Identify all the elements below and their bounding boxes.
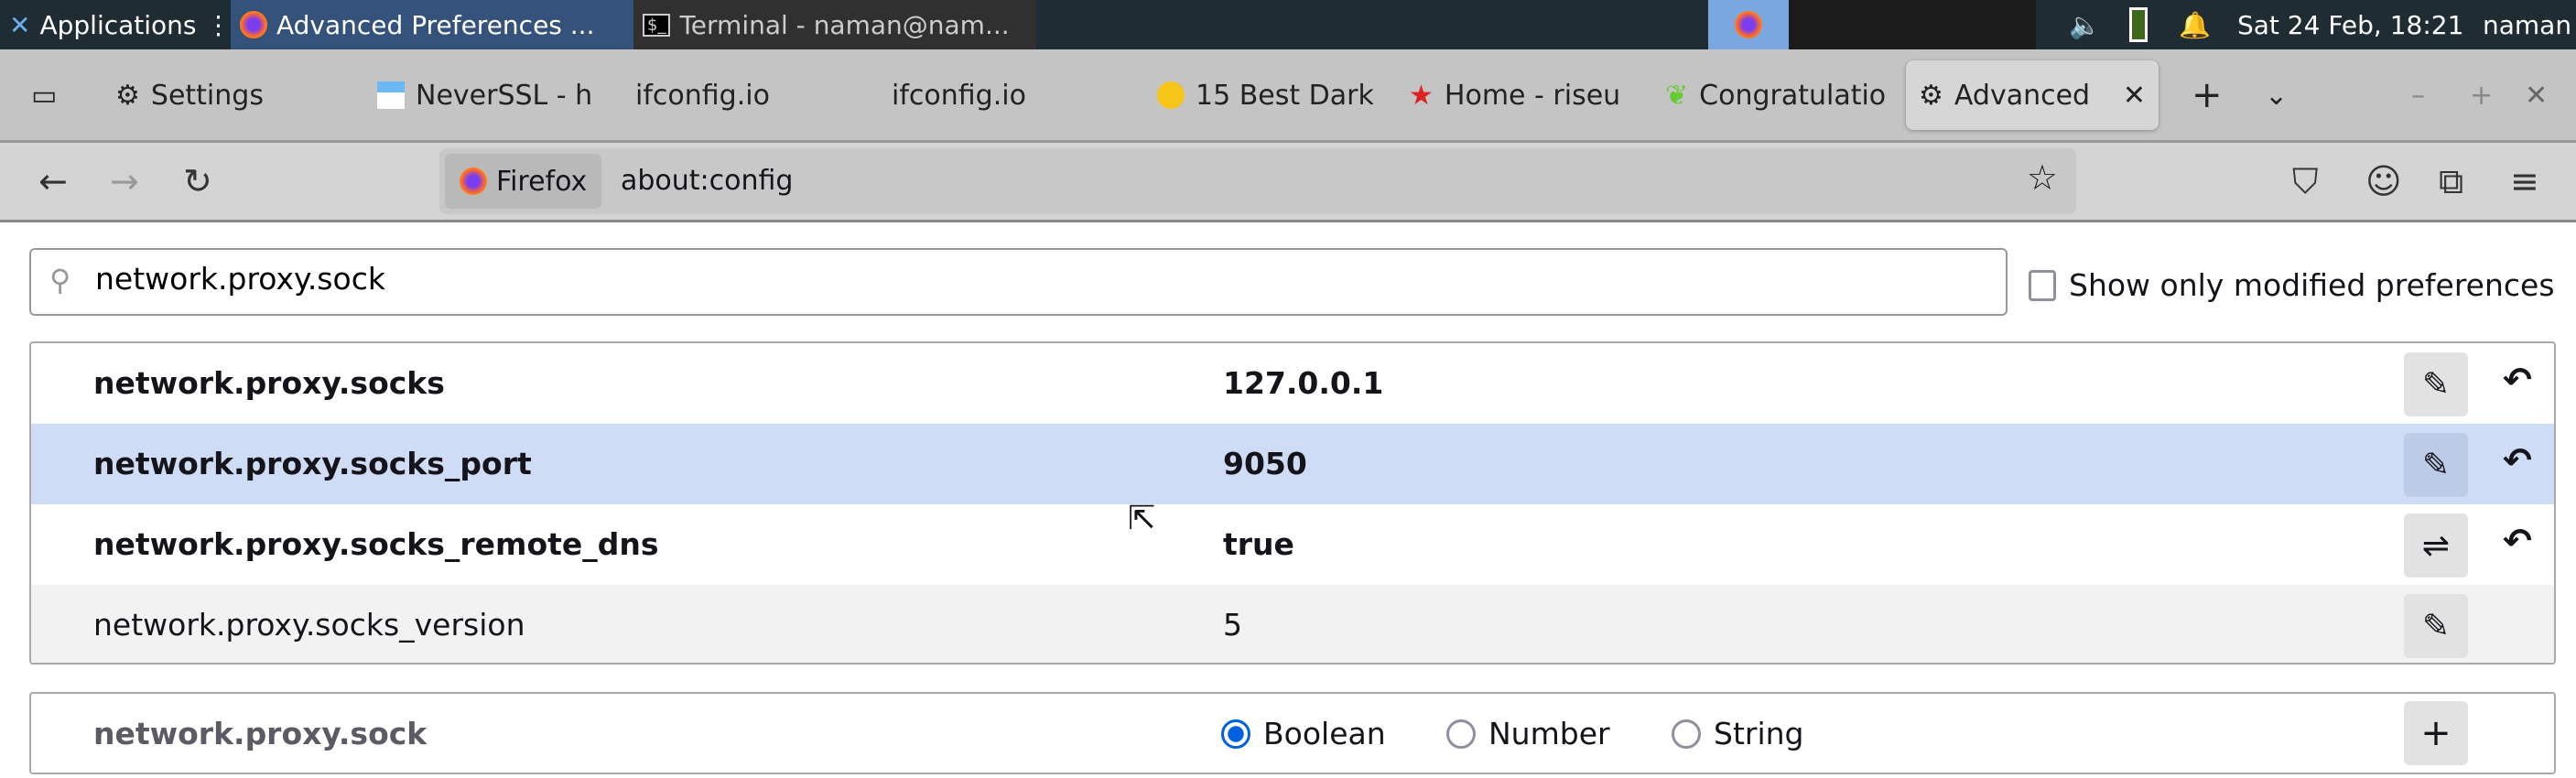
- tab-bar: ▭ ⚙ Settings NeverSSL - h ifconfig.io ifc…: [0, 49, 2576, 140]
- firefox-view-icon: ▭: [31, 79, 58, 112]
- search-icon: ⚲: [49, 263, 71, 297]
- riseup-icon: ★: [1409, 79, 1434, 112]
- radio[interactable]: [1446, 719, 1476, 749]
- minimize-button[interactable]: –: [2398, 60, 2438, 130]
- navigation-toolbar: ← → ↻ Firefox about:config ☆ ⛉ ☺ ⧉ ≡: [0, 140, 2576, 222]
- plus-icon: +: [2420, 712, 2452, 754]
- volume-muted-icon[interactable]: 🔈: [2060, 0, 2110, 49]
- preferences-table: network.proxy.socks 127.0.0.1 ✎ ↶ network…: [29, 341, 2556, 665]
- pencil-icon: ✎: [2421, 607, 2451, 645]
- add-preference-row: network.proxy.sock Boolean Number String…: [29, 692, 2556, 774]
- preference-search[interactable]: ⚲: [29, 248, 2008, 316]
- pencil-icon: ✎: [2421, 446, 2451, 484]
- firefox-icon: [1735, 11, 1762, 38]
- gear-icon: ⚙: [115, 79, 140, 112]
- toggle-arrows-icon: ⇌: [2421, 526, 2451, 565]
- pref-row[interactable]: network.proxy.socks_port 9050 ✎ ↶: [31, 424, 2554, 504]
- plus-icon: +: [2192, 74, 2223, 116]
- firefox-icon: [460, 167, 487, 195]
- pref-row[interactable]: network.proxy.socks 127.0.0.1 ✎ ↶: [31, 343, 2554, 424]
- reset-icon[interactable]: ↶: [2503, 360, 2532, 400]
- radio-string[interactable]: String: [1672, 716, 1803, 751]
- close-tab-icon[interactable]: ✕: [2123, 80, 2146, 112]
- workspace-1[interactable]: [1708, 0, 1789, 49]
- leaf-icon: ❦: [1665, 79, 1689, 112]
- new-tab-button[interactable]: +: [2179, 60, 2235, 130]
- gear-icon: ⚙: [1919, 79, 1943, 112]
- tab-ifconfig-1[interactable]: ifconfig.io: [622, 60, 879, 130]
- menu-icon[interactable]: ≡: [2510, 161, 2539, 201]
- firefox-icon: [240, 11, 267, 38]
- search-input[interactable]: [95, 261, 1926, 297]
- clock[interactable]: Sat 24 Feb, 18:21: [2228, 0, 2473, 49]
- extensions-icon[interactable]: ⧉: [2439, 161, 2463, 202]
- url-text[interactable]: about:config: [621, 165, 793, 197]
- url-bar[interactable]: Firefox about:config ☆: [439, 148, 2076, 214]
- battery-icon[interactable]: [2120, 0, 2157, 49]
- radio-boolean[interactable]: Boolean: [1221, 716, 1386, 751]
- radio[interactable]: [1221, 719, 1250, 749]
- tab-advanced-preferences[interactable]: ⚙ Advanced ✕: [1906, 60, 2159, 130]
- bookmark-star-icon[interactable]: ☆: [2027, 157, 2058, 198]
- radio[interactable]: [1672, 719, 1701, 749]
- user-menu[interactable]: naman: [2473, 0, 2576, 49]
- list-all-tabs-button[interactable]: ⌄: [2252, 60, 2300, 130]
- minimize-icon: –: [2411, 79, 2425, 112]
- tab-congratulations[interactable]: ❦ Congratulatio: [1652, 60, 1892, 130]
- edit-button[interactable]: ✎: [2404, 433, 2468, 497]
- tab-riseup[interactable]: ★ Home - riseu: [1396, 60, 1629, 130]
- checkbox[interactable]: [2029, 269, 2056, 301]
- radio-number[interactable]: Number: [1446, 716, 1610, 751]
- workspace-switcher[interactable]: [1789, 0, 2036, 49]
- tab-neverssl[interactable]: NeverSSL - h: [364, 60, 612, 130]
- pocket-icon[interactable]: ⛉: [2292, 161, 2319, 202]
- xfce-icon: ✕: [9, 9, 31, 40]
- firefox-view-button[interactable]: ▭: [18, 60, 82, 130]
- notification-bell-icon[interactable]: 🔔: [2170, 0, 2220, 49]
- separator-icon: ⋮: [205, 9, 232, 40]
- window-button-terminal[interactable]: $_ Terminal - naman@nam...: [633, 0, 1036, 49]
- close-window-button[interactable]: ✕: [2512, 60, 2560, 130]
- neverssl-icon: [377, 81, 405, 109]
- maximize-button[interactable]: +: [2457, 60, 2506, 130]
- pencil-icon: ✎: [2421, 365, 2451, 404]
- pref-row[interactable]: network.proxy.socks_version 5 ✎: [31, 585, 2554, 663]
- reset-icon[interactable]: ↶: [2503, 440, 2532, 481]
- mouse-cursor-icon: ⇱: [1128, 500, 1156, 537]
- identity-box[interactable]: Firefox: [445, 154, 602, 209]
- reload-icon[interactable]: ↻: [183, 161, 212, 201]
- new-pref-name: network.proxy.sock: [93, 716, 428, 751]
- applications-menu[interactable]: ✕ Applications ⋮: [0, 0, 241, 49]
- account-icon[interactable]: ☺: [2365, 161, 2402, 201]
- toggle-button[interactable]: ⇌: [2404, 513, 2468, 578]
- taskbar: ✕ Applications ⋮ Advanced Preferences ... …: [0, 0, 2576, 49]
- terminal-icon: $_: [643, 13, 671, 37]
- cyberghost-icon: [1157, 81, 1185, 109]
- window-button-firefox[interactable]: Advanced Preferences ...: [231, 0, 633, 49]
- tab-dark-themes[interactable]: 15 Best Dark: [1144, 60, 1373, 130]
- edit-button[interactable]: ✎: [2404, 352, 2468, 416]
- maximize-icon: +: [2470, 79, 2494, 112]
- show-modified-checkbox[interactable]: Show only modified preferences: [2029, 267, 2555, 303]
- edit-button[interactable]: ✎: [2404, 594, 2468, 658]
- chevron-down-icon: ⌄: [2265, 79, 2289, 112]
- reset-icon[interactable]: ↶: [2503, 521, 2532, 561]
- tab-ifconfig-2[interactable]: ifconfig.io: [879, 60, 1135, 130]
- back-icon[interactable]: ←: [38, 161, 68, 201]
- forward-icon[interactable]: →: [110, 161, 139, 201]
- pref-row[interactable]: network.proxy.socks_remote_dns true ⇌ ↶: [31, 504, 2554, 585]
- add-button[interactable]: +: [2404, 701, 2468, 765]
- close-icon: ✕: [2525, 79, 2549, 112]
- tab-settings[interactable]: ⚙ Settings: [103, 60, 359, 130]
